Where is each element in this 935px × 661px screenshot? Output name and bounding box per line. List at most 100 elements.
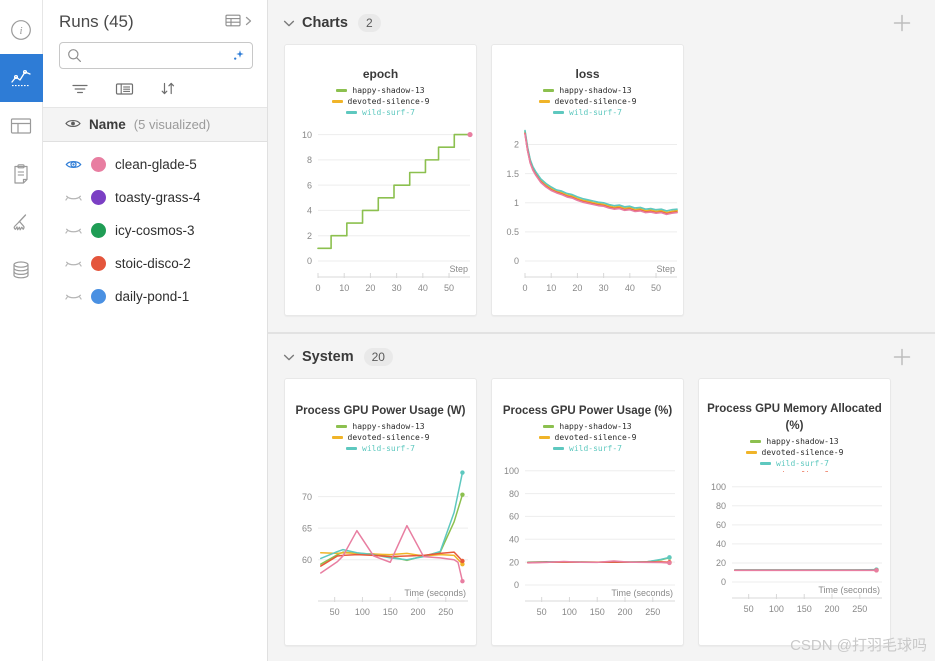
filter-icon[interactable] — [71, 82, 89, 96]
svg-text:200: 200 — [410, 607, 425, 617]
chevron-down-icon[interactable] — [282, 16, 296, 30]
add-panel-button[interactable] — [891, 12, 919, 34]
svg-text:Step: Step — [656, 264, 675, 274]
legend-swatch — [346, 447, 357, 450]
eye-closed-icon[interactable] — [65, 258, 82, 269]
run-row-clean-glade-5[interactable]: clean-glade-5 — [43, 148, 267, 181]
database-icon[interactable] — [0, 246, 43, 294]
svg-text:70: 70 — [302, 492, 312, 502]
panel-title-line2: (%) — [785, 419, 804, 432]
svg-text:50: 50 — [330, 607, 340, 617]
legend-item: devoted-silence-9 — [492, 432, 683, 443]
legend-item: happy-shadow-13 — [285, 421, 476, 432]
section-charts-header: Charts 2 — [268, 0, 935, 44]
svg-text:250: 250 — [438, 607, 453, 617]
legend-item: devoted-silence-9 — [285, 96, 476, 107]
legend-item: happy-shadow-13 — [492, 421, 683, 432]
run-color-dot — [91, 223, 106, 238]
svg-text:50: 50 — [651, 283, 661, 293]
add-panel-button[interactable] — [891, 346, 919, 368]
plot-area[interactable]: 0 20 40 60 80 100 50 100 150 200 250 Time (seconds) — [699, 472, 890, 622]
run-name-label: clean-glade-5 — [115, 157, 197, 172]
sparkle-icon[interactable] — [229, 48, 245, 67]
svg-text:10: 10 — [339, 283, 349, 293]
info-icon[interactable]: i — [0, 6, 43, 54]
legend-swatch — [336, 89, 348, 92]
left-nav-rail: i — [0, 0, 43, 661]
eye-open-icon[interactable] — [65, 159, 82, 170]
sort-icon[interactable] — [160, 81, 176, 96]
panel-loss[interactable]: loss happy-shadow-13 devoted-silence-9 w… — [491, 44, 684, 316]
svg-text:150: 150 — [797, 604, 812, 614]
svg-text:Time (seconds): Time (seconds) — [818, 585, 880, 595]
panel-legend: happy-shadow-13 devoted-silence-9 wild-s… — [285, 417, 476, 455]
search-container — [43, 42, 267, 69]
section-system: System 20 Process GPU Power Usage (W) ha… — [268, 333, 935, 661]
svg-text:1: 1 — [514, 198, 519, 208]
svg-text:100: 100 — [769, 604, 784, 614]
line-chart-icon[interactable] — [0, 54, 43, 102]
eye-closed-icon[interactable] — [65, 225, 82, 236]
clipboard-icon[interactable] — [0, 150, 43, 198]
svg-text:40: 40 — [418, 283, 428, 293]
legend-item: happy-shadow-13 — [285, 85, 476, 96]
chevron-right-icon[interactable] — [244, 15, 253, 30]
runs-name-header[interactable]: Name (5 visualized) — [43, 107, 267, 142]
panel-gpu-power-w[interactable]: Process GPU Power Usage (W) happy-shadow… — [284, 378, 477, 646]
legend-item: happy-shadow-13 — [699, 436, 890, 447]
charts-panel-row: epoch happy-shadow-13 devoted-silence-9 … — [268, 44, 935, 332]
svg-text:2: 2 — [307, 231, 312, 241]
legend-label: wild-surf-7 — [362, 108, 415, 117]
panel-legend: happy-shadow-13 devoted-silence-9 wild-s… — [285, 81, 476, 119]
legend-swatch — [336, 425, 348, 428]
svg-text:40: 40 — [625, 283, 635, 293]
search-input[interactable] — [60, 48, 252, 63]
run-name-label: daily-pond-1 — [115, 289, 190, 304]
eye-closed-icon[interactable] — [65, 291, 82, 302]
legend-label: devoted-silence-9 — [347, 97, 430, 106]
run-name-label: toasty-grass-4 — [115, 190, 201, 205]
eye-icon[interactable] — [65, 117, 81, 132]
panel-title: epoch — [362, 67, 399, 81]
svg-text:60: 60 — [509, 512, 519, 522]
panel-title: loss — [575, 67, 600, 81]
legend-item: happy-shadow-13 — [492, 85, 683, 96]
legend-swatch — [543, 425, 555, 428]
chevron-down-icon[interactable] — [282, 350, 296, 364]
legend-swatch — [538, 436, 550, 439]
run-row-daily-pond-1[interactable]: daily-pond-1 — [43, 280, 267, 313]
svg-text:30: 30 — [392, 283, 402, 293]
plot-area[interactable]: 0 20 40 60 80 100 50 100 150 200 250 Time (seconds) — [492, 455, 683, 625]
system-panel-row: Process GPU Power Usage (W) happy-shadow… — [268, 378, 935, 661]
plot-area[interactable]: 0 0.5 1 1.5 2 0 10 20 30 40 50 Step — [492, 119, 683, 299]
workspace: Charts 2 epoch happy-shadow-13 devoted-s… — [268, 0, 935, 661]
legend-label: devoted-silence-9 — [554, 97, 637, 106]
svg-text:80: 80 — [716, 501, 726, 511]
broom-icon[interactable] — [0, 198, 43, 246]
legend-item: wild-surf-7 — [285, 443, 476, 454]
eye-closed-icon[interactable] — [65, 192, 82, 203]
runs-toolbar — [43, 69, 267, 107]
run-row-stoic-disco-2[interactable]: stoic-disco-2 — [43, 247, 267, 280]
svg-text:2: 2 — [514, 140, 519, 150]
panel-gpu-power-pct[interactable]: Process GPU Power Usage (%) happy-shadow… — [491, 378, 684, 646]
plot-area[interactable]: 60 65 70 50 100 150 200 250 Time (seconds) — [285, 455, 476, 625]
legend-item: wild-surf-7 — [285, 107, 476, 118]
plot-area[interactable]: 0 2 4 6 8 10 0 10 20 30 40 50 Step — [285, 119, 476, 299]
table-icon[interactable] — [0, 102, 43, 150]
search-box[interactable] — [59, 42, 253, 69]
panel-epoch[interactable]: epoch happy-shadow-13 devoted-silence-9 … — [284, 44, 477, 316]
svg-text:10: 10 — [302, 130, 312, 140]
svg-text:20: 20 — [365, 283, 375, 293]
table-columns-icon[interactable] — [225, 13, 242, 31]
panel-gpu-memory-pct[interactable]: Process GPU Memory Allocated (%) happy-s… — [698, 378, 891, 646]
legend-label: wild-surf-7 — [569, 444, 622, 453]
run-color-dot — [91, 256, 106, 271]
run-row-icy-cosmos-3[interactable]: icy-cosmos-3 — [43, 214, 267, 247]
section-title: System — [302, 349, 354, 365]
legend-label: wild-surf-7 — [569, 108, 622, 117]
run-row-toasty-grass-4[interactable]: toasty-grass-4 — [43, 181, 267, 214]
legend-label: devoted-silence-9 — [761, 448, 844, 458]
svg-text:65: 65 — [302, 523, 312, 533]
group-icon[interactable] — [115, 82, 134, 96]
